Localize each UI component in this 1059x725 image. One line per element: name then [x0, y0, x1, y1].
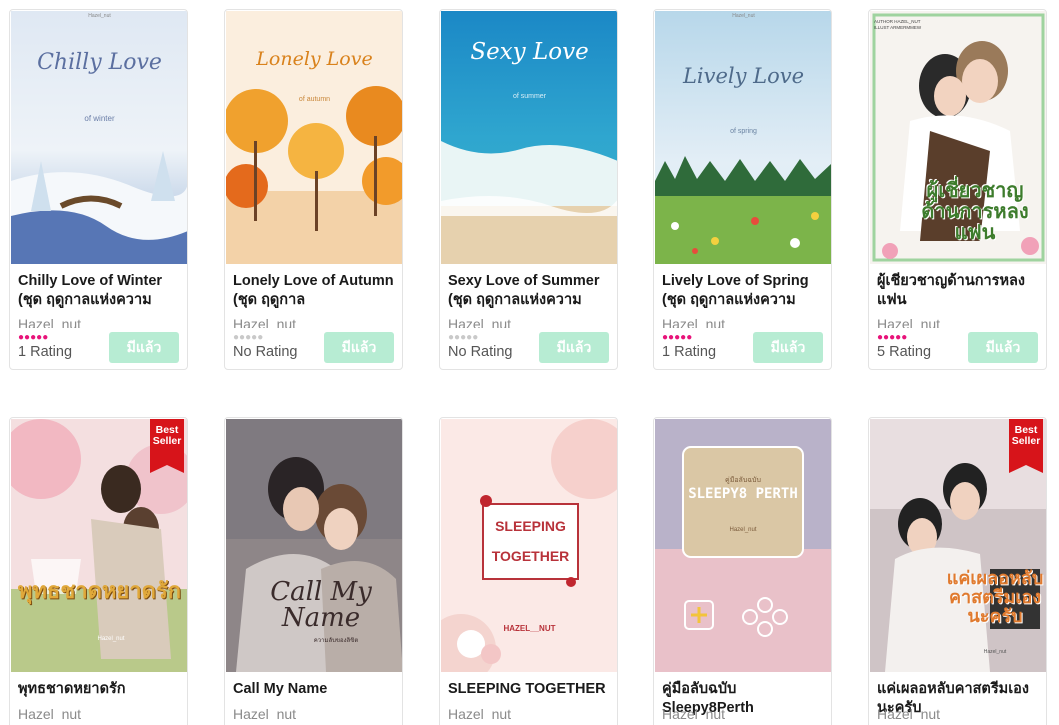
cover-title: SLEEPING TOGETHER — [491, 518, 570, 564]
cover-subtitle: of summer — [512, 93, 547, 100]
cover-title: Sexy Love — [470, 39, 589, 65]
cover-credit: AUTHOR HAZEL_NUT ILLUST ARMERMMEW — [874, 19, 922, 30]
rating-count: 1 Rating — [18, 344, 73, 360]
cover-art — [655, 11, 831, 264]
book-card[interactable]: Sexy Love of summer Sexy Love of Summer … — [439, 9, 618, 370]
book-card[interactable]: Best Seller พุทธชาดหยาดรัก Hazel_nut พุท… — [9, 417, 188, 725]
book-title[interactable]: พุทธชาดหยาดรัก — [18, 680, 183, 699]
book-title[interactable]: Chilly Love of Winter (ชุด ฤดูกาลแห่งควา… — [18, 272, 183, 310]
owned-button[interactable]: มีแล้ว — [968, 332, 1038, 363]
rating-count: No Rating — [448, 344, 513, 360]
cover-subtitle: ความลับของลิขิต — [313, 638, 359, 644]
book-cover-image[interactable]: Best Seller แค่เผลอหลับคาสตรีมเองนะครับ … — [870, 419, 1046, 672]
cover-publisher: Hazel_nut — [732, 13, 755, 19]
star-icon: ● — [257, 332, 264, 343]
cover-title: Chilly Love — [37, 50, 162, 75]
book-cover-image[interactable]: Chilly Love of winter Hazel_nut — [11, 11, 187, 264]
cover-title: พุทธชาดหยาดรัก — [17, 578, 182, 603]
owned-button[interactable]: มีแล้ว — [324, 332, 394, 363]
book-cover-image[interactable]: Lonely Love of autumn — [226, 11, 402, 264]
book-author[interactable]: Hazel_nut — [662, 314, 725, 328]
book-card[interactable]: Lonely Love of autumn Lonely Love of Aut… — [224, 9, 403, 370]
rating-count: 5 Rating — [877, 344, 932, 360]
book-title[interactable]: Lively Love of Spring (ชุด ฤดูกาลแห่งควา… — [662, 272, 827, 310]
book-card[interactable]: SLEEPING TOGETHER HAZEL__NUT SLEEPING TO… — [439, 417, 618, 725]
star-icon: ● — [472, 332, 479, 343]
book-cover-image[interactable]: Call My Name ความลับของลิขิต — [226, 419, 402, 672]
best-seller-badge: Best Seller — [150, 419, 184, 473]
book-card[interactable]: Call My Name ความลับของลิขิต Call My Nam… — [224, 417, 403, 725]
cover-publisher: HAZEL__NUT — [503, 624, 556, 633]
owned-button[interactable]: มีแล้ว — [109, 332, 179, 363]
cover-title: ผู้เชี่ยวชาญด้านการหลงแฟน — [921, 180, 1029, 244]
book-author[interactable]: Hazel_nut — [877, 314, 940, 328]
rating-stars: ●●●●● — [18, 333, 48, 343]
book-title[interactable]: ผู้เชี่ยวชาญด้านการหลงแฟน — [877, 272, 1042, 310]
cover-title: Call My Name — [270, 577, 372, 633]
book-cover-image[interactable]: คู่มือลับฉบับ SLEEPY8 PERTH Hazel_nut — [655, 419, 831, 672]
book-card[interactable]: Best Seller แค่เผลอหลับคาสตรีมเองนะครับ … — [868, 417, 1047, 725]
book-card[interactable]: Lively Love of spring Hazel_nut Lively L… — [653, 9, 832, 370]
cover-subtitle: of winter — [84, 114, 115, 123]
book-cover-image[interactable]: Lively Love of spring Hazel_nut — [655, 11, 831, 264]
cover-subtitle: of autumn — [298, 96, 331, 103]
book-title[interactable]: SLEEPING TOGETHER — [448, 680, 613, 699]
rating-stars: ●●●●● — [448, 333, 478, 343]
book-author[interactable]: Hazel_nut — [448, 314, 511, 328]
book-author[interactable]: Hazel_nut — [448, 704, 511, 721]
book-cover-image[interactable]: SLEEPING TOGETHER HAZEL__NUT — [441, 419, 617, 672]
book-title[interactable]: Lonely Love of Autumn (ชุด ฤดูกาล — [233, 272, 398, 310]
rating-stars: ●●●●● — [662, 333, 692, 343]
star-icon: ● — [42, 332, 49, 343]
book-title[interactable]: Call My Name — [233, 680, 398, 699]
cover-subtitle: of spring — [730, 128, 757, 135]
best-seller-badge: Best Seller — [1009, 419, 1043, 473]
cover-title: SLEEPY8 PERTH — [688, 486, 798, 502]
cover-publisher: Hazel_nut — [729, 527, 757, 533]
book-cover-image[interactable]: Sexy Love of summer — [441, 11, 617, 264]
book-author[interactable]: Hazel_nut — [662, 704, 725, 721]
owned-button[interactable]: มีแล้ว — [539, 332, 609, 363]
book-cover-image[interactable]: Best Seller พุทธชาดหยาดรัก Hazel_nut — [11, 419, 187, 672]
owned-button[interactable]: มีแล้ว — [753, 332, 823, 363]
book-author[interactable]: Hazel_nut — [233, 704, 296, 721]
book-card[interactable]: คู่มือลับฉบับ SLEEPY8 PERTH Hazel_nut คู… — [653, 417, 832, 725]
rating-stars: ●●●●● — [877, 333, 907, 343]
cover-credit: Hazel_nut — [983, 649, 1007, 655]
book-author[interactable]: Hazel_nut — [233, 314, 296, 328]
cover-art — [11, 11, 187, 264]
book-title[interactable]: Sexy Love of Summer (ชุด ฤดูกาลแห่งความ — [448, 272, 613, 310]
book-card[interactable]: Chilly Love of winter Hazel_nut Chilly L… — [9, 9, 188, 370]
cover-title: แค่เผลอหลับคาสตรีมเองนะครับ — [946, 568, 1044, 626]
rating-count: 1 Rating — [662, 344, 717, 360]
cover-title: Lively Love — [682, 64, 805, 88]
book-author[interactable]: Hazel_nut — [18, 704, 81, 721]
cover-publisher: Hazel_nut — [88, 13, 111, 19]
book-cover-image[interactable]: AUTHOR HAZEL_NUT ILLUST ARMERMMEW ผู้เชี… — [870, 11, 1046, 264]
cover-art — [655, 419, 831, 672]
rating-stars: ●●●●● — [233, 333, 263, 343]
book-card[interactable]: AUTHOR HAZEL_NUT ILLUST ARMERMMEW ผู้เชี… — [868, 9, 1047, 370]
star-icon: ● — [686, 332, 693, 343]
book-author[interactable]: Hazel_nut — [877, 704, 940, 721]
cover-title: Lonely Love — [256, 48, 373, 70]
book-author[interactable]: Hazel_nut — [18, 314, 81, 328]
rating-count: No Rating — [233, 344, 298, 360]
star-icon: ● — [901, 332, 908, 343]
cover-subtitle: Hazel_nut — [97, 636, 125, 642]
